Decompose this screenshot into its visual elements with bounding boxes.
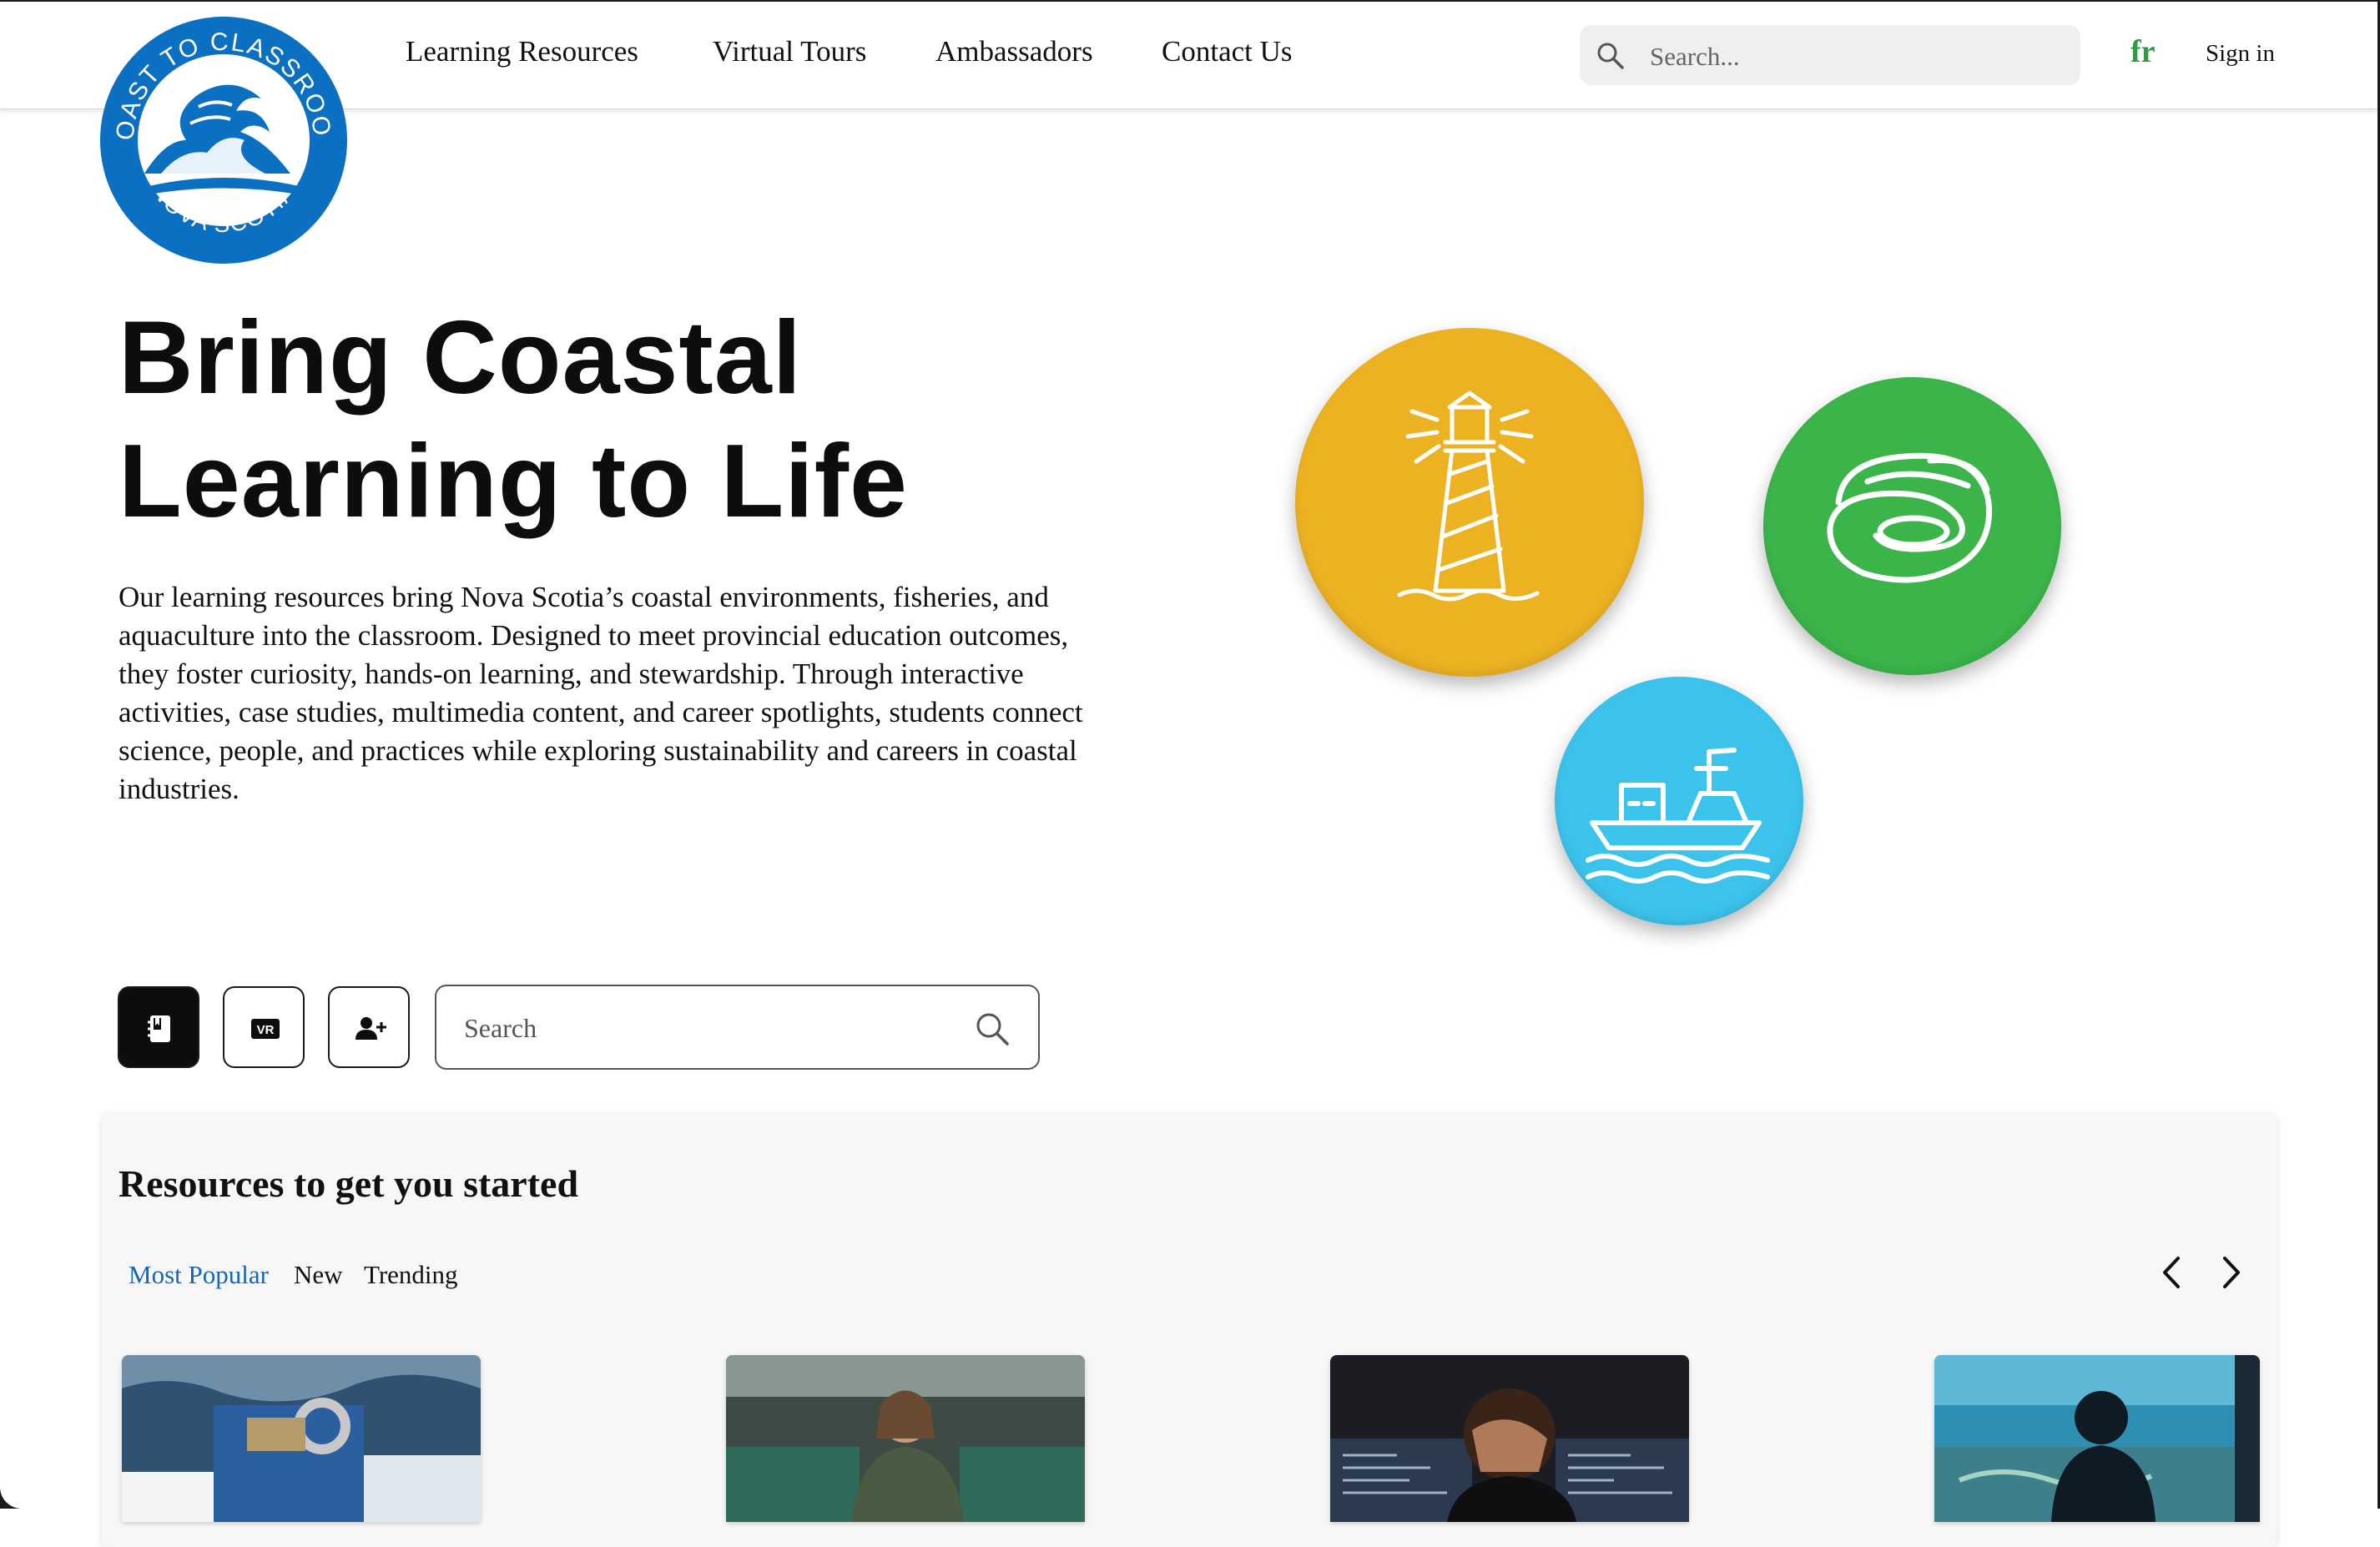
resource-card[interactable] (1330, 1355, 1689, 1522)
ambassadors-filter-button[interactable] (328, 986, 410, 1068)
resource-search-placeholder: Search (464, 1013, 537, 1043)
nav-contact-us[interactable]: Contact Us (1162, 35, 1293, 68)
resource-card[interactable] (122, 1355, 481, 1522)
carousel-prev-icon[interactable] (2155, 1252, 2188, 1293)
tab-most-popular[interactable]: Most Popular (129, 1260, 269, 1290)
site-header: Learning Resources Virtual Tours Ambassa… (0, 2, 2377, 109)
add-user-icon (355, 1017, 386, 1040)
vr-icon: VR (251, 1019, 280, 1039)
language-toggle[interactable]: fr (2130, 33, 2156, 70)
resources-title: Resources to get you started (118, 1162, 579, 1205)
lighthouse-bubble (1295, 328, 1644, 677)
hero-description: Our learning resources bring Nova Scotia… (118, 581, 1083, 805)
coast-to-classroom-logo[interactable]: COAST TO CLASSROOM NOVA SCOTIA (88, 0, 349, 265)
resource-search-input[interactable]: Search (435, 985, 1040, 1070)
tab-trending[interactable]: Trending (364, 1260, 458, 1290)
oyster-icon (1827, 452, 1993, 583)
nav-ambassadors[interactable]: Ambassadors (935, 35, 1093, 68)
hero-title-line2: Learning to Life (118, 424, 908, 539)
computer-monitors-image (1330, 1355, 1689, 1522)
search-icon (1597, 43, 1624, 69)
underwater-screen-silhouette-image (1934, 1355, 2260, 1522)
window-corner (0, 1487, 22, 1509)
header-search-input[interactable]: Search... (1580, 25, 2080, 85)
nav-virtual-tours[interactable]: Virtual Tours (713, 35, 866, 68)
sign-in-link[interactable]: Sign in (2206, 40, 2275, 68)
lighthouse-icon (1397, 391, 1540, 602)
notebook-icon (148, 1015, 170, 1042)
hero-title-line1: Bring Coastal (118, 300, 803, 416)
aquaculture-worker-image (726, 1355, 1085, 1522)
header-search-placeholder: Search... (1650, 42, 1740, 71)
resource-card[interactable] (726, 1355, 1085, 1522)
virtual-tours-filter-button[interactable]: VR (223, 986, 305, 1068)
tab-new[interactable]: New (294, 1260, 343, 1290)
resources-panel: Resources to get you started Most Popula… (102, 1113, 2277, 1547)
nav-learning-resources[interactable]: Learning Resources (406, 35, 638, 68)
learning-resources-filter-button[interactable] (118, 986, 199, 1068)
resource-card[interactable] (1934, 1355, 2260, 1522)
search-icon[interactable] (975, 1011, 1010, 1046)
fishing-boat-icon (1586, 748, 1770, 884)
hero-title: Bring Coastal Learning to Life (118, 296, 1162, 543)
carousel-next-icon[interactable] (2215, 1252, 2248, 1293)
oyster-bubble (1763, 377, 2061, 675)
svg-text:VR: VR (257, 1023, 275, 1037)
fishing-vessel-deck-image (122, 1355, 481, 1522)
fishing-boat-bubble (1555, 677, 1803, 925)
